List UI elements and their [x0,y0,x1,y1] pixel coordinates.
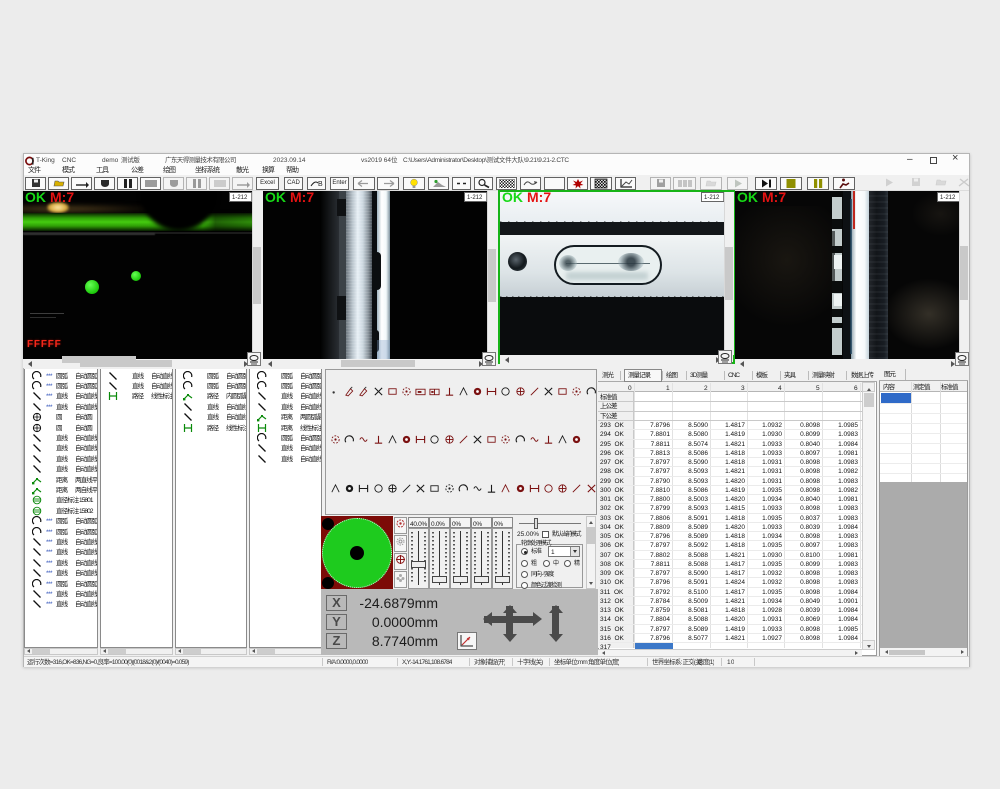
svg-text:B: B [318,181,323,188]
